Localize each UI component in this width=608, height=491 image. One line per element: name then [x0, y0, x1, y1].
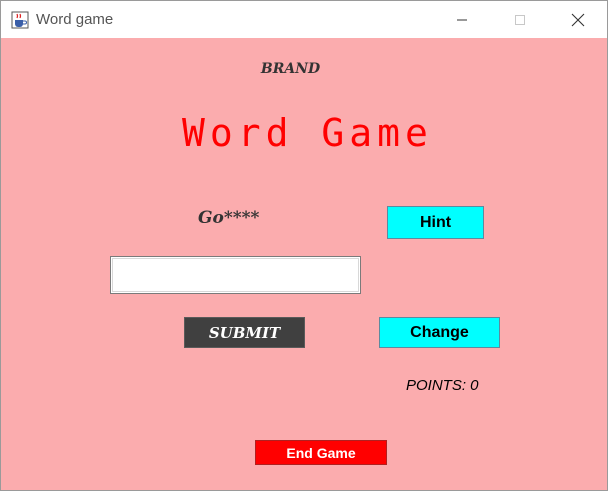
maximize-button[interactable] — [497, 1, 543, 38]
points-label: POINTS: 0 — [406, 377, 479, 394]
end-game-button[interactable]: End Game — [255, 440, 387, 465]
masked-word: Go**** — [198, 208, 260, 228]
game-panel: BRAND Word Game Go**** Hint SUBMIT Chang… — [1, 38, 607, 490]
minimize-icon — [457, 19, 467, 20]
minimize-button[interactable] — [439, 1, 485, 38]
hint-button[interactable]: Hint — [387, 206, 484, 239]
window-title: Word game — [36, 11, 114, 28]
title-bar[interactable]: Word game — [1, 1, 607, 38]
answer-input[interactable] — [110, 256, 361, 294]
app-window: Word game BRAND Word Game Go**** Hint SU… — [0, 0, 608, 491]
close-icon — [571, 13, 585, 26]
change-button[interactable]: Change — [379, 317, 500, 348]
game-heading: Word Game — [182, 111, 433, 155]
submit-button[interactable]: SUBMIT — [184, 317, 305, 348]
close-button[interactable] — [555, 1, 601, 38]
brand-label: BRAND — [260, 61, 321, 77]
maximize-icon — [515, 14, 525, 25]
java-cup-icon — [11, 11, 29, 29]
